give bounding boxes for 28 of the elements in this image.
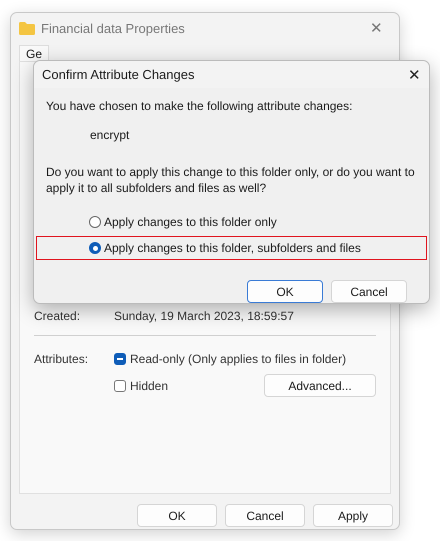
option-row[interactable]: Apply changes to this folder, subfolders and files [36, 236, 427, 260]
question-text: Do you want to apply this change to this folder only, or do you want to apply it to all subfolders and files as well? [46, 164, 416, 196]
dialog-title: Confirm Attribute Changes [42, 67, 196, 82]
created-label: Created: [34, 309, 82, 323]
option-row[interactable]: Apply changes to this folder only [36, 210, 427, 234]
apply-button[interactable]: Apply [313, 504, 393, 527]
change-text: encrypt [90, 128, 130, 142]
radio-button[interactable] [89, 216, 101, 228]
radio-label: Apply changes to this folder only [104, 214, 277, 230]
attributes-label: Attributes: [34, 352, 90, 366]
window-title: Financial data Properties [41, 20, 186, 36]
close-button[interactable]: ✕ [362, 19, 391, 37]
checkbox[interactable] [114, 380, 126, 392]
checkbox-label: Read-only (Only applies to files in folder) [130, 352, 346, 366]
cancel-button[interactable]: Cancel [331, 280, 407, 303]
cancel-button[interactable]: Cancel [225, 504, 305, 527]
ok-button[interactable]: OK [247, 280, 323, 303]
radio-label: Apply changes to this folder, subfolders and files [104, 240, 361, 256]
radio-button[interactable] [89, 242, 101, 254]
checkbox[interactable] [114, 353, 126, 365]
created-value: Sunday, 19 March 2023, 18:59:57 [114, 309, 294, 323]
advanced-button[interactable]: Advanced... [264, 374, 376, 397]
close-button[interactable]: ✕ [400, 66, 429, 84]
tab[interactable]: Ge [19, 45, 50, 61]
ok-button[interactable]: OK [137, 504, 217, 527]
checkbox-label: Hidden [130, 378, 168, 392]
folder-icon [19, 22, 35, 34]
intro-text: You have chosen to make the following attribute changes: [46, 98, 354, 114]
